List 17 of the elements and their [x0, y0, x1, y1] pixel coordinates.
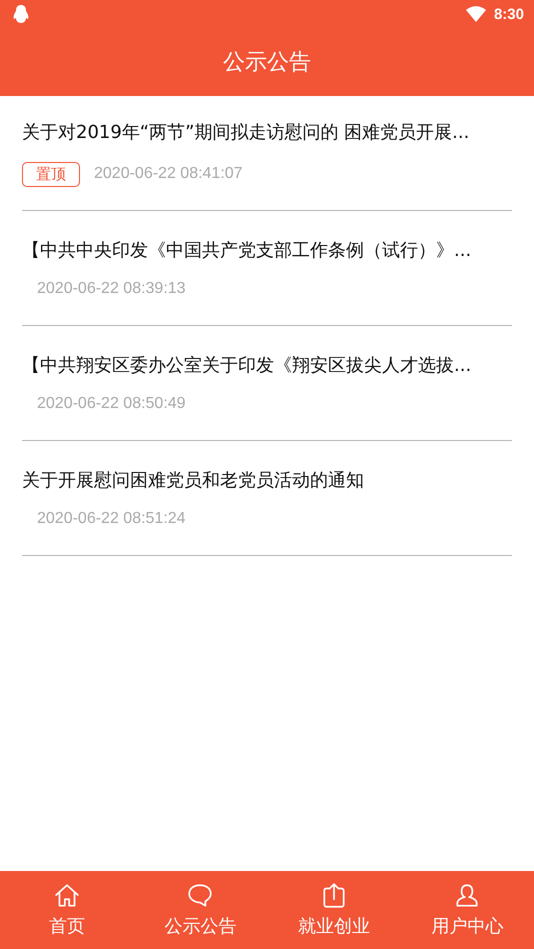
penguin-icon [12, 4, 30, 24]
status-time: 8:30 [494, 6, 524, 22]
page-title: 公示公告 [223, 49, 311, 77]
notice-date: 2020-06-22 08:41:07 [94, 165, 243, 183]
notice-item[interactable]: 【中共中央印发《中国共产党支部工作条例（试行）》... 2020-06-22 08:39:13 [22, 211, 512, 326]
notice-title: 【中共中央印发《中国共产党支部工作条例（试行）》... [22, 239, 472, 262]
notice-date: 2020-06-22 08:50:49 [37, 395, 186, 413]
notice-date: 2020-06-22 08:39:13 [37, 280, 186, 298]
notice-title: 关于对2019年“两节”期间拟走访慰问的 困难党员开展... [22, 120, 470, 144]
wifi-icon [466, 6, 486, 22]
notice-item[interactable]: 【中共翔安区委办公室关于印发《翔安区拔尖人才选拔... 2020-06-22 08:50:49 [22, 326, 512, 441]
notice-item[interactable]: 关于对2019年“两节”期间拟走访慰问的 困难党员开展... 置顶 2020-06-22 08:41:07 [22, 96, 512, 211]
notice-date: 2020-06-22 08:51:24 [37, 510, 186, 528]
pinned-tag: 置顶 [22, 162, 80, 186]
notice-title: 关于开展慰问困难党员和老党员活动的通知 [22, 469, 365, 492]
notice-item[interactable]: 关于开展慰问困难党员和老党员活动的通知 2020-06-22 08:51:24 [22, 441, 512, 556]
notice-title: 【中共翔安区委办公室关于印发《翔安区拔尖人才选拔... [22, 354, 472, 377]
